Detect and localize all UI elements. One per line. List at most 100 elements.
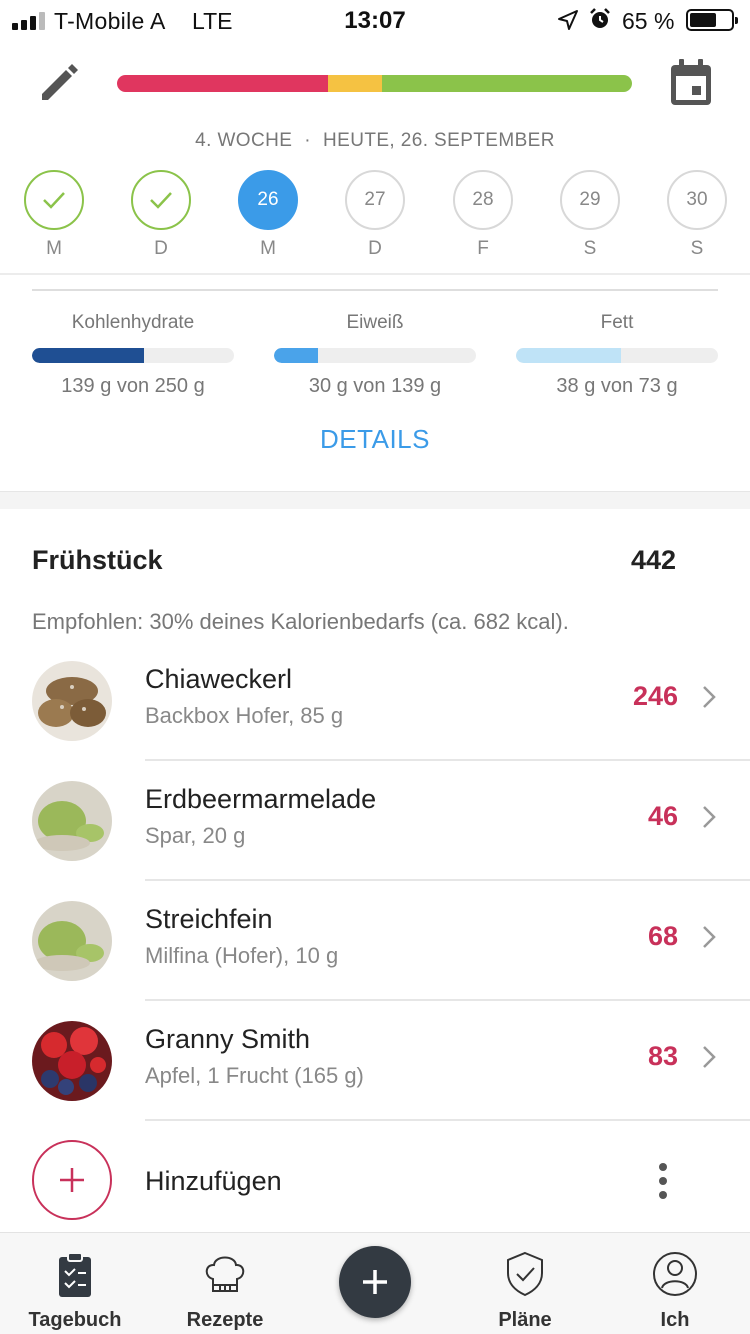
macro-name: Eiweiß: [346, 312, 404, 333]
checkmark-icon: [150, 192, 172, 209]
divider: [32, 289, 718, 291]
day-circle[interactable]: 29: [560, 170, 620, 230]
day-letter: S: [690, 238, 704, 259]
plus-icon: [60, 1168, 84, 1192]
macro-amount: 139 g von 250 g: [61, 375, 205, 397]
macro-bar: [516, 348, 718, 363]
macro-bar-fill: [32, 348, 145, 363]
day-circle-today[interactable]: 26: [238, 170, 298, 230]
macro-name: Kohlenhydrate: [71, 312, 195, 333]
food-item[interactable]: Chiaweckerl Backbox Hofer, 85 g 246: [0, 641, 750, 761]
profile-icon: [653, 1252, 697, 1296]
food-kcal: 46: [647, 801, 678, 831]
day-wednesday[interactable]: 26 M: [238, 170, 300, 260]
progress-segment: [382, 75, 632, 92]
status-bar: T-Mobile A LTE 13:07 65 %: [0, 0, 750, 40]
macro-bar: [32, 348, 234, 363]
food-description: Spar, 20 g: [145, 823, 246, 848]
day-thursday[interactable]: 27 D: [345, 170, 407, 260]
tab-label: Ich: [660, 1309, 690, 1331]
macro-protein: Eiweiß 30 g von 139 g: [274, 312, 476, 398]
week-label: 4. WOCHE: [195, 130, 293, 151]
chef-hat-icon: [205, 1256, 245, 1292]
macro-name: Fett: [600, 312, 634, 333]
chevron-right-icon: [703, 686, 716, 708]
food-kcal: 83: [647, 1041, 678, 1071]
pencil-icon[interactable]: [34, 58, 84, 108]
add-food-label[interactable]: Hinzufügen: [145, 1166, 282, 1197]
food-description: Milfina (Hofer), 10 g: [145, 943, 339, 968]
meal-total-kcal: 442: [630, 545, 676, 575]
green-spread-image: [32, 901, 112, 981]
food-item[interactable]: Erdbeermarmelade Spar, 20 g 46: [0, 761, 750, 881]
food-description: Apfel, 1 Frucht (165 g): [145, 1063, 364, 1088]
location-arrow-icon: [558, 10, 578, 30]
tab-plaene[interactable]: Pläne: [450, 1233, 600, 1334]
food-name: Erdbeermarmelade: [145, 784, 377, 814]
day-letter: M: [260, 238, 276, 259]
details-button[interactable]: DETAILS: [0, 424, 750, 455]
chevron-right-icon: [703, 1046, 716, 1068]
diary-icon: [59, 1252, 91, 1297]
day-monday[interactable]: M: [24, 170, 86, 260]
day-letter: M: [46, 238, 62, 259]
food-name: Chiaweckerl: [145, 664, 293, 694]
chevron-right-icon: [703, 926, 716, 948]
calendar-icon[interactable]: [666, 56, 716, 110]
food-description: Backbox Hofer, 85 g: [145, 703, 344, 728]
battery-percent: 65 %: [622, 8, 675, 34]
divider: [0, 273, 750, 275]
alarm-clock-icon: [590, 8, 610, 28]
day-sunday[interactable]: 30 S: [667, 170, 729, 260]
day-circle[interactable]: 27: [345, 170, 405, 230]
day-circle[interactable]: [131, 170, 191, 230]
section-gap: [0, 491, 750, 509]
day-letter: F: [477, 238, 489, 259]
add-food-row[interactable]: Hinzufügen: [0, 1120, 750, 1230]
macro-carbs: Kohlenhydrate 139 g von 250 g: [32, 312, 234, 398]
day-tuesday[interactable]: D: [131, 170, 193, 260]
green-spread-image: [32, 781, 112, 861]
macro-bar: [274, 348, 476, 363]
chevron-right-icon: [703, 806, 716, 828]
tab-label: Rezepte: [186, 1309, 264, 1331]
progress-segment: [117, 75, 329, 92]
food-kcal: 246: [632, 681, 678, 711]
day-friday[interactable]: 28 F: [453, 170, 515, 260]
progress-segment: [328, 75, 383, 92]
plus-icon: [363, 1270, 387, 1294]
macro-amount: 30 g von 139 g: [308, 375, 442, 397]
bread-rolls-image: [32, 661, 112, 741]
checkmark-icon: [43, 192, 65, 209]
tab-ich[interactable]: Ich: [600, 1233, 750, 1334]
macro-fat: Fett 38 g von 73 g: [516, 312, 718, 398]
date-label: HEUTE, 26. SEPTEMBER: [323, 130, 555, 151]
day-circle[interactable]: [24, 170, 84, 230]
week-day-selector: M D 26 M 27 D 28 F 29 S 30 S: [0, 170, 750, 260]
meal-recommendation: Empfohlen: 30% deines Kalorienbedarfs (c…: [32, 609, 569, 634]
berries-image: [32, 1021, 112, 1101]
food-item[interactable]: Streichfein Milfina (Hofer), 10 g 68: [0, 881, 750, 1001]
add-entry-button[interactable]: [339, 1246, 411, 1318]
food-name: Streichfein: [145, 904, 273, 934]
day-letter: D: [154, 238, 168, 259]
macro-summary: Kohlenhydrate 139 g von 250 g Eiweiß 30 …: [32, 312, 718, 402]
more-options-icon[interactable]: [656, 1162, 670, 1200]
day-saturday[interactable]: 29 S: [560, 170, 622, 260]
add-food-button[interactable]: [32, 1140, 112, 1220]
tab-label: Pläne: [498, 1309, 552, 1331]
tab-tagebuch[interactable]: Tagebuch: [0, 1233, 150, 1334]
tab-rezepte[interactable]: Rezepte: [150, 1233, 300, 1334]
day-circle[interactable]: 28: [453, 170, 513, 230]
day-letter: S: [583, 238, 597, 259]
food-kcal: 68: [647, 921, 678, 951]
meal-title: Frühstück: [32, 545, 163, 575]
battery-icon: [686, 9, 738, 31]
daily-calorie-progress-bar: [117, 75, 632, 92]
macro-bar-fill: [516, 348, 622, 363]
separator-dot: ·: [304, 130, 312, 151]
day-circle[interactable]: 30: [667, 170, 727, 230]
week-date-line: 4. WOCHE · HEUTE, 26. SEPTEMBER: [0, 130, 750, 152]
tab-label: Tagebuch: [28, 1309, 122, 1331]
food-item[interactable]: Granny Smith Apfel, 1 Frucht (165 g) 83: [0, 1001, 750, 1121]
